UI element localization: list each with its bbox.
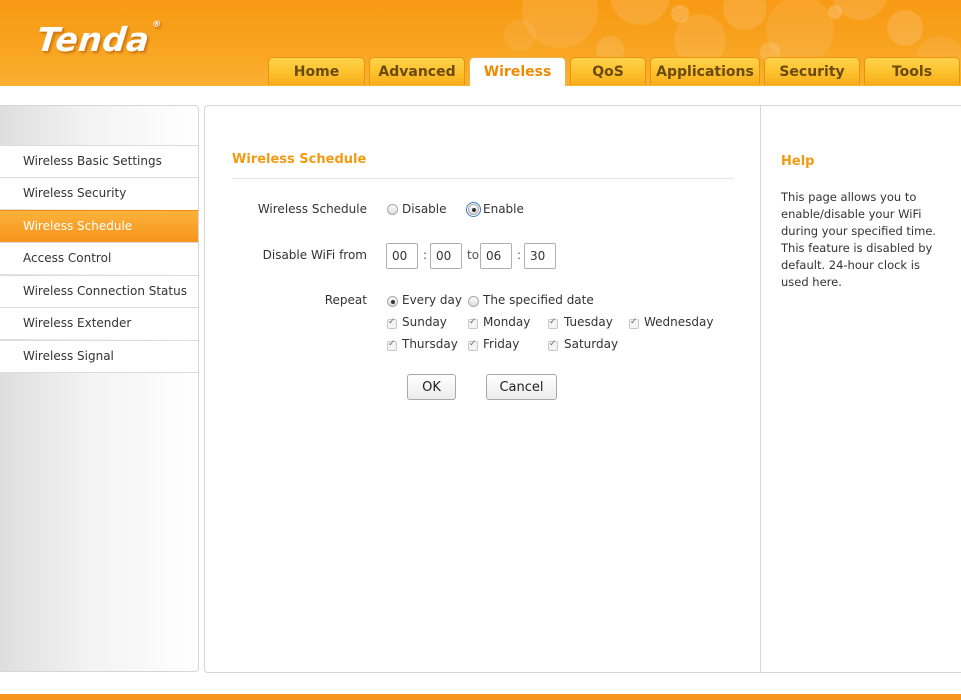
colon-separator: : (517, 248, 522, 262)
main-panel: Wireless Schedule Wireless Schedule Disa… (204, 105, 761, 673)
sidebar-item-wireless-security[interactable]: Wireless Security (0, 177, 198, 209)
friday-label: Friday (483, 337, 520, 351)
tuesday-checkbox[interactable] (548, 317, 558, 329)
sidebar-item-wireless-extender[interactable]: Wireless Extender (0, 307, 198, 339)
help-title: Help (781, 154, 815, 169)
to-label: to (467, 248, 480, 262)
tab-applications[interactable]: Applications (650, 57, 760, 85)
help-panel: Help This page allows you to enable/disa… (760, 105, 961, 673)
ok-button[interactable]: OK (407, 374, 456, 400)
header-banner: Tenda® Home Advanced Wireless QoS Applic… (0, 0, 961, 86)
repeat-every-day-label: Every day (402, 293, 462, 307)
thursday-checkbox[interactable] (387, 339, 397, 351)
tab-security[interactable]: Security (764, 57, 860, 85)
schedule-disable-label: Disable (402, 202, 447, 216)
start-hour-input[interactable] (386, 243, 418, 269)
wednesday-checkbox[interactable] (629, 317, 639, 329)
saturday-label: Saturday (564, 337, 619, 351)
sidebar-item-access-control[interactable]: Access Control (0, 242, 198, 274)
sidebar-item-wireless-basic-settings[interactable]: Wireless Basic Settings (0, 145, 198, 177)
sunday-label: Sunday (402, 315, 447, 329)
repeat-specified-date-label: The specified date (483, 293, 594, 307)
schedule-label: Wireless Schedule (257, 202, 367, 216)
tuesday-label: Tuesday (564, 315, 613, 329)
colon-separator: : (423, 248, 428, 262)
monday-checkbox[interactable] (468, 317, 478, 329)
page-title: Wireless Schedule (232, 152, 367, 167)
repeat-specified-date-radio[interactable] (468, 296, 479, 307)
sunday-checkbox[interactable] (387, 317, 397, 329)
tab-wireless[interactable]: Wireless (469, 57, 566, 86)
wednesday-label: Wednesday (644, 315, 714, 329)
end-hour-input[interactable] (480, 243, 512, 269)
saturday-checkbox[interactable] (548, 339, 558, 351)
footer-bar (0, 694, 961, 700)
schedule-disable-radio[interactable] (387, 204, 398, 215)
tab-home[interactable]: Home (268, 57, 365, 85)
friday-checkbox[interactable] (468, 339, 478, 351)
disable-from-label: Disable WiFi from (262, 248, 367, 262)
repeat-every-day-radio[interactable] (387, 296, 398, 307)
sidebar-item-wireless-connection-status[interactable]: Wireless Connection Status (0, 275, 198, 307)
repeat-label: Repeat (324, 293, 367, 307)
tab-tools[interactable]: Tools (864, 57, 960, 85)
tab-advanced[interactable]: Advanced (369, 57, 465, 85)
end-minute-input[interactable] (524, 243, 556, 269)
sidebar-item-wireless-signal[interactable]: Wireless Signal (0, 340, 198, 372)
help-text: This page allows you to enable/disable y… (781, 190, 937, 289)
cancel-button[interactable]: Cancel (486, 374, 557, 400)
monday-label: Monday (483, 315, 531, 329)
sidebar-item-wireless-schedule[interactable]: Wireless Schedule (0, 210, 198, 242)
schedule-enable-label: Enable (483, 202, 524, 216)
sidebar-divider (0, 372, 198, 373)
sidebar-nav: Wireless Basic Settings Wireless Securit… (0, 105, 199, 672)
title-divider (232, 178, 734, 179)
start-minute-input[interactable] (430, 243, 462, 269)
thursday-label: Thursday (402, 337, 458, 351)
tenda-logo: Tenda® (34, 20, 163, 59)
tab-qos[interactable]: QoS (570, 57, 646, 85)
schedule-enable-radio[interactable] (466, 202, 481, 217)
